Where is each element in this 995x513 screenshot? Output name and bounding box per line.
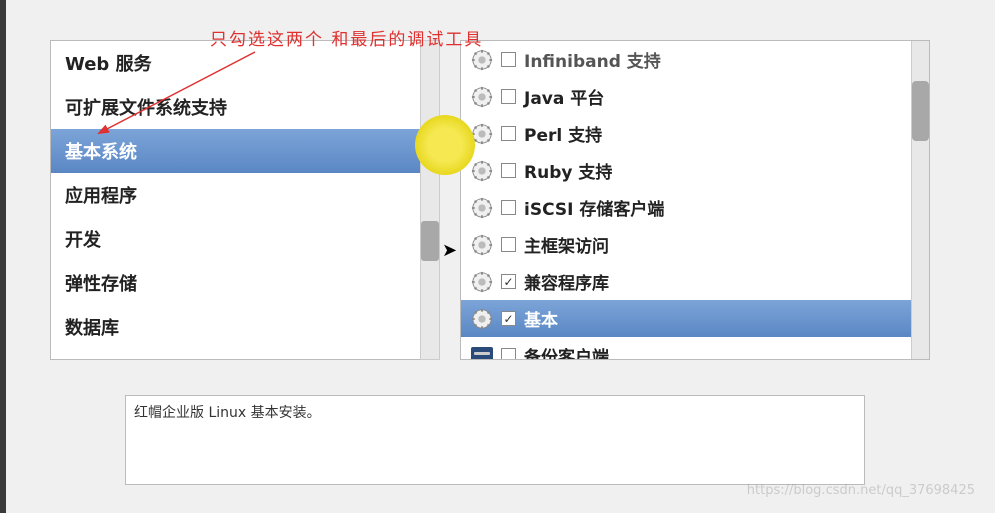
annotation-text: 只勾选这两个 和最后的调试工具 <box>210 25 483 50</box>
gear-icon <box>471 234 493 256</box>
package-label: 兼容程序库 <box>524 269 609 294</box>
gear-icon <box>471 49 493 71</box>
category-panel: Web 服务可扩展文件系统支持基本系统应用程序开发弹性存储数据库服务器桌面 <box>50 40 440 360</box>
package-label: iSCSI 存储客户端 <box>524 195 664 220</box>
package-checkbox[interactable] <box>501 89 516 104</box>
package-item[interactable]: 主框架访问 <box>461 226 911 263</box>
package-list[interactable]: Infiniband 支持 Java 平台 Perl 支持 Ruby 支持 iSCSI … <box>461 41 911 359</box>
category-item[interactable]: 可扩展文件系统支持 <box>51 85 439 129</box>
gear-icon <box>471 308 493 330</box>
description-text: 红帽企业版 Linux 基本安装。 <box>134 405 321 421</box>
package-label: Java 平台 <box>524 84 604 109</box>
package-checkbox[interactable] <box>501 200 516 215</box>
package-checkbox[interactable] <box>501 126 516 141</box>
category-label: Web 服务 <box>65 54 152 75</box>
scrollbar-thumb[interactable] <box>421 221 439 261</box>
category-label: 应用程序 <box>65 186 137 207</box>
package-item[interactable]: Perl 支持 <box>461 115 911 152</box>
package-checkbox[interactable] <box>501 163 516 178</box>
right-scrollbar[interactable] <box>911 41 929 359</box>
package-item[interactable]: 备份客户端 <box>461 337 911 359</box>
gear-icon <box>471 86 493 108</box>
category-item[interactable]: 弹性存储 <box>51 261 439 305</box>
gear-icon <box>471 197 493 219</box>
package-item[interactable]: Ruby 支持 <box>461 152 911 189</box>
category-item[interactable]: 应用程序 <box>51 173 439 217</box>
category-label: 基本系统 <box>65 142 137 163</box>
package-panel: Infiniband 支持 Java 平台 Perl 支持 Ruby 支持 iSCSI … <box>460 40 930 360</box>
package-item[interactable]: ✓ 基本 <box>461 300 911 337</box>
category-item[interactable]: 基本系统 <box>51 129 439 173</box>
scrollbar-thumb[interactable] <box>912 81 929 141</box>
package-label: Ruby 支持 <box>524 158 612 183</box>
package-label: 基本 <box>524 306 558 331</box>
category-item[interactable]: 服务器 <box>51 349 439 359</box>
description-box: 红帽企业版 Linux 基本安装。 <box>125 395 865 485</box>
watermark: https://blog.csdn.net/qq_37698425 <box>747 483 975 498</box>
package-item[interactable]: ✓ 兼容程序库 <box>461 263 911 300</box>
package-checkbox[interactable]: ✓ <box>501 311 516 326</box>
package-item[interactable]: Java 平台 <box>461 78 911 115</box>
package-item[interactable]: Infiniband 支持 <box>461 41 911 78</box>
package-checkbox[interactable]: ✓ <box>501 274 516 289</box>
package-checkbox[interactable] <box>501 52 516 67</box>
cursor-icon: ➤ <box>442 240 457 261</box>
window-border-left <box>0 0 6 513</box>
package-item[interactable]: iSCSI 存储客户端 <box>461 189 911 226</box>
disk-icon <box>471 347 493 360</box>
gear-icon <box>471 160 493 182</box>
package-label: 主框架访问 <box>524 232 609 257</box>
category-label: 弹性存储 <box>65 274 137 295</box>
package-label: Infiniband 支持 <box>524 47 661 72</box>
left-scrollbar[interactable] <box>420 40 440 360</box>
category-label: 可扩展文件系统支持 <box>65 98 227 119</box>
package-checkbox[interactable] <box>501 237 516 252</box>
category-list[interactable]: Web 服务可扩展文件系统支持基本系统应用程序开发弹性存储数据库服务器桌面 <box>51 41 439 359</box>
package-label: Perl 支持 <box>524 121 602 146</box>
gear-icon <box>471 271 493 293</box>
highlight-circle <box>415 115 475 175</box>
category-label: 数据库 <box>65 318 119 339</box>
package-label: 备份客户端 <box>524 343 609 359</box>
category-item[interactable]: 开发 <box>51 217 439 261</box>
package-checkbox[interactable] <box>501 348 516 359</box>
category-item[interactable]: 数据库 <box>51 305 439 349</box>
category-label: 开发 <box>65 230 101 251</box>
